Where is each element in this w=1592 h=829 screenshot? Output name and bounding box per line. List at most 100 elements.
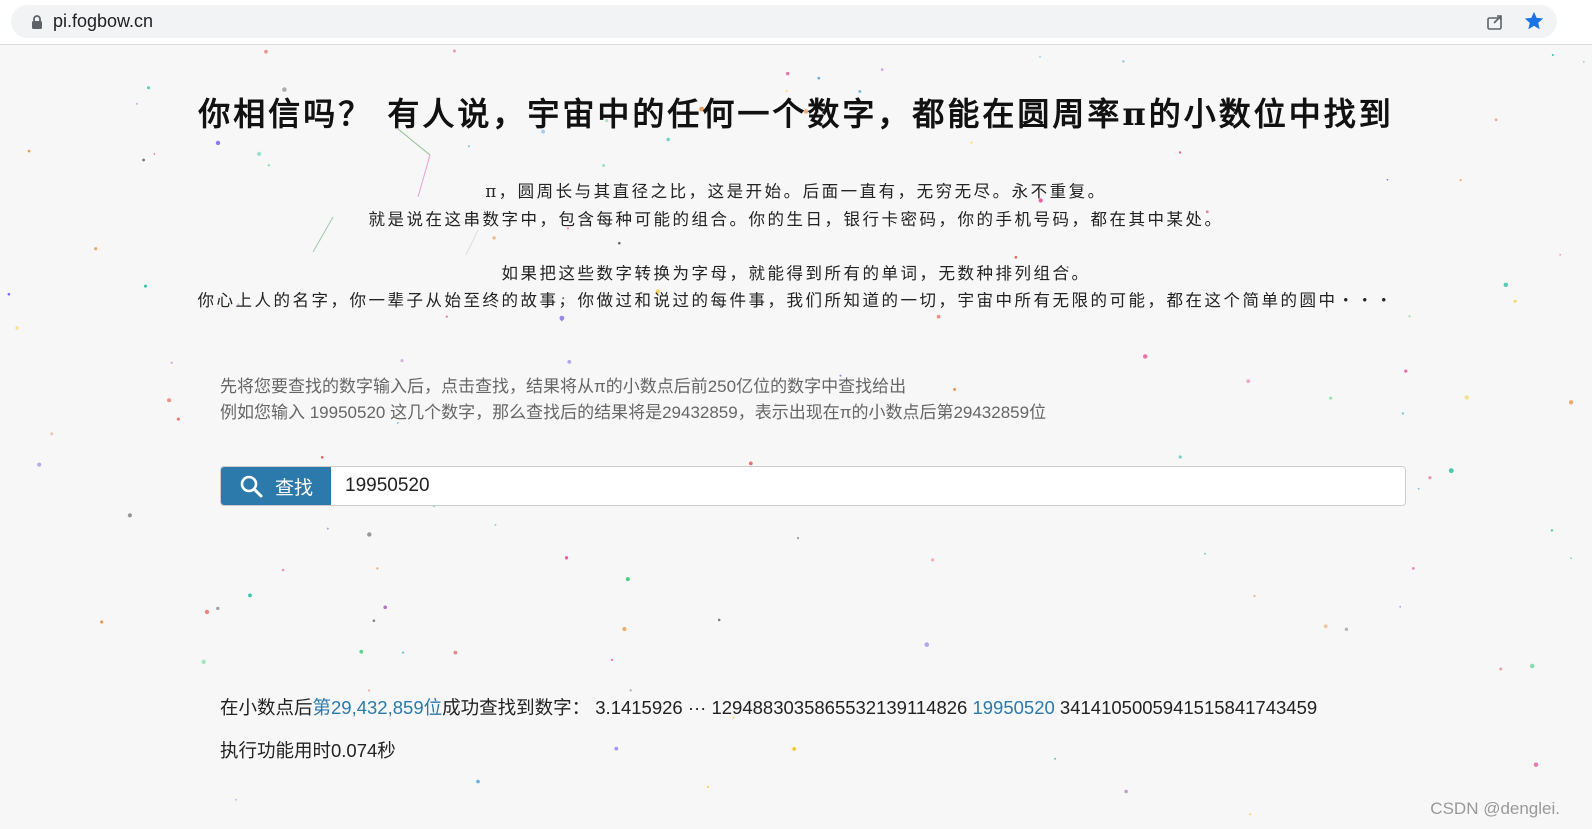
particle-dot xyxy=(622,626,627,632)
particle-dot xyxy=(153,153,156,155)
particle-dot xyxy=(1344,627,1349,631)
particle-dot xyxy=(1401,412,1405,415)
result-digits-after: 3414105005941515841743459 xyxy=(1059,697,1318,718)
particle-dot xyxy=(614,746,619,751)
particle-dot xyxy=(1551,54,1554,56)
particle-dot xyxy=(1039,56,1041,58)
particle-dot xyxy=(786,71,790,76)
particle-dot xyxy=(452,49,456,53)
particle-dot xyxy=(797,537,799,540)
particle-dot xyxy=(1122,60,1125,63)
particle-dot xyxy=(257,151,262,156)
page-content: 你相信吗？ 有人说，宇宙中的任何一个数字，都能在圆周率π的小数位中找到 π，圆周… xyxy=(0,45,1592,829)
intro-line-1: 先将您要查找的数字输入后，点击查找，结果将从π的小数点后前250亿位的数字中查找… xyxy=(220,377,907,396)
particle-dot xyxy=(264,49,268,54)
particle-dot xyxy=(376,567,379,570)
result-middle: 成功查找到数字： xyxy=(442,697,591,718)
particle-dot xyxy=(467,145,470,148)
particle-dot xyxy=(359,649,364,654)
share-icon[interactable] xyxy=(1485,12,1505,32)
result-digits-before: 3.1415926 ··· 1294883035865532139114826 xyxy=(595,697,968,718)
particle-dot xyxy=(953,388,956,391)
particle-dot xyxy=(1464,395,1470,400)
address-bar[interactable]: pi.fogbow.cn xyxy=(11,5,1557,38)
particle-dot xyxy=(1583,61,1585,63)
particle-dot xyxy=(924,642,930,647)
particle-dot xyxy=(401,651,405,654)
particle-dot xyxy=(1550,529,1554,532)
particle-dot xyxy=(1559,253,1562,256)
search-input[interactable] xyxy=(331,467,1405,505)
particle-dot xyxy=(1533,762,1539,767)
particle-dot xyxy=(1054,757,1057,760)
particle-dot xyxy=(1124,789,1128,794)
particle-dot xyxy=(1448,468,1454,474)
bookmark-star-icon[interactable] xyxy=(1523,10,1545,32)
particle-dot xyxy=(215,140,221,146)
poem-line-3: 如果把这些数字转换为字母，就能得到所有的单词，无数种排列组合。 xyxy=(501,264,1091,283)
particle-dot xyxy=(567,360,572,364)
particle-dot xyxy=(1246,379,1251,384)
search-icon xyxy=(240,475,263,498)
particle-dot xyxy=(94,247,98,251)
result-match: 19950520 xyxy=(972,697,1055,718)
particle-dot xyxy=(400,359,404,363)
particle-dot xyxy=(176,417,180,421)
particle-dot xyxy=(50,432,54,436)
particle-dot xyxy=(1329,396,1333,400)
particle-dot xyxy=(931,558,935,562)
particle-dot xyxy=(142,158,146,162)
url-text[interactable]: pi.fogbow.cn xyxy=(53,11,153,32)
poem-line-4: 你心上人的名字，你一辈子从始至终的故事，你做过和说过的每件事，我们所知道的一切，… xyxy=(197,291,1395,310)
particle-dot xyxy=(281,568,285,572)
particle-dot xyxy=(880,68,884,71)
result-position: 第29,432,859位 xyxy=(312,697,443,718)
particle-dot xyxy=(127,513,132,518)
particle-dot xyxy=(372,619,376,622)
particle-dot xyxy=(167,398,172,403)
particle-dot xyxy=(170,361,173,364)
particle-dot xyxy=(320,456,324,459)
particle-dot xyxy=(1529,663,1535,669)
particle-dot xyxy=(1323,624,1328,629)
particle-dot xyxy=(453,650,458,655)
particle-dot xyxy=(494,524,497,526)
lock-icon[interactable] xyxy=(29,14,45,30)
particle-dot xyxy=(1014,255,1018,259)
particle-dot xyxy=(1428,476,1432,480)
particle-dot xyxy=(267,164,270,167)
poem-line-2: 就是说在这串数字中，包含每种可能的组合。你的生日，银行卡密码，你的手机号码，都在… xyxy=(368,210,1224,229)
search-button[interactable]: 查找 xyxy=(221,467,331,505)
particle-dot xyxy=(1143,354,1148,359)
particle-dot xyxy=(602,164,605,167)
particle-dot xyxy=(706,785,710,789)
particle-dot xyxy=(817,76,821,80)
particle-dot xyxy=(1570,557,1572,560)
particle-dot xyxy=(970,141,973,144)
particle-dot xyxy=(326,527,329,530)
particle-dot xyxy=(235,798,238,801)
particle-dot xyxy=(1204,552,1206,555)
search-button-label: 查找 xyxy=(274,477,313,499)
particle-dot xyxy=(1249,813,1252,816)
particle-dot xyxy=(492,236,496,240)
particle-dot xyxy=(27,149,31,153)
particle-dot xyxy=(564,556,569,560)
particle-dot xyxy=(248,593,252,598)
particle-dot xyxy=(610,658,614,662)
browser-toolbar: pi.fogbow.cn xyxy=(0,0,1592,45)
particle-dot xyxy=(625,577,630,582)
particle-dot xyxy=(445,315,448,318)
particle-dot xyxy=(368,689,371,692)
particle-dot xyxy=(1408,315,1411,318)
search-bar: 查找 xyxy=(220,466,1406,506)
timing-text: 执行功能用时0.074秒 xyxy=(220,740,396,761)
particle-dot xyxy=(216,606,220,611)
particle-dot xyxy=(1499,667,1503,671)
poem-line-1: π，圆周长与其直径之比，这是开始。后面一直有，无穷无尽。永不重复。 xyxy=(485,182,1107,201)
particle-dot xyxy=(367,532,372,537)
particle-dot xyxy=(1178,151,1182,154)
watermark: CSDN @denglei. xyxy=(1430,799,1560,818)
particle-dot xyxy=(383,605,388,610)
particle-dot xyxy=(618,241,621,245)
